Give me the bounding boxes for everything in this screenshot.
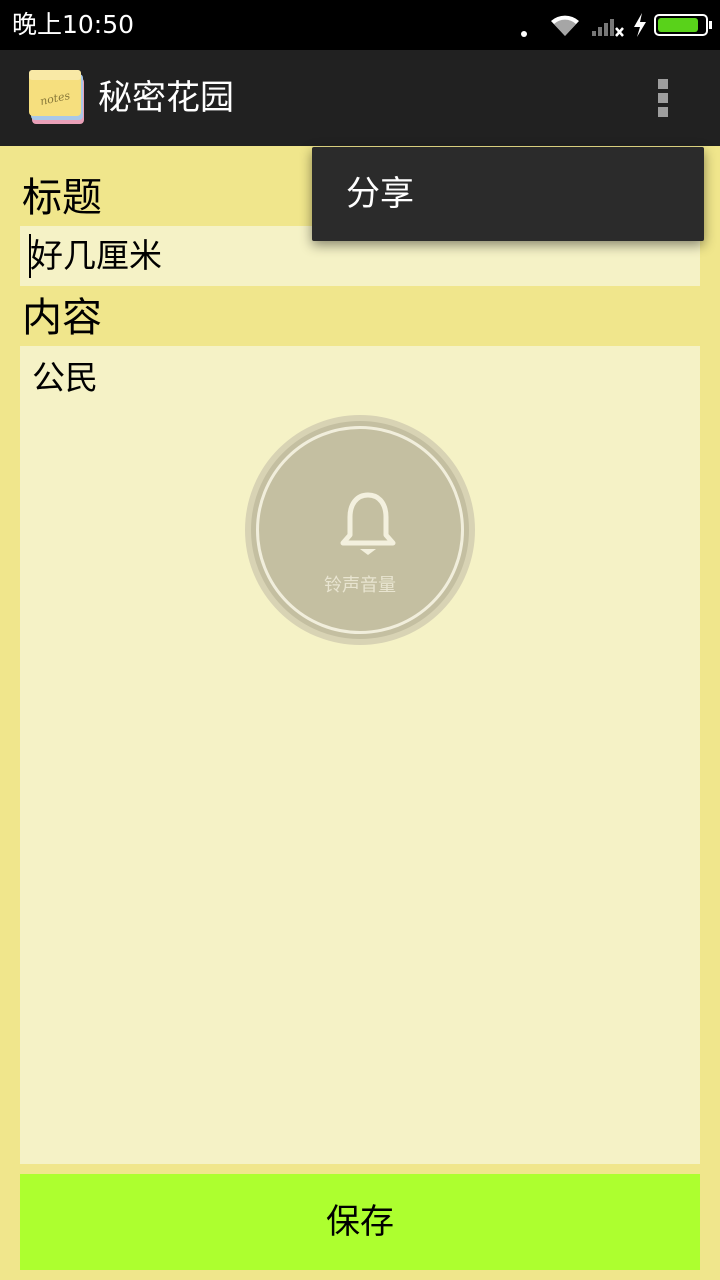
overflow-menu-icon[interactable] [650, 74, 678, 122]
volume-label: 铃声音量 [324, 575, 396, 596]
battery-icon [654, 14, 712, 36]
status-time: 晚上10:50 [12, 10, 135, 39]
status-bar: 晚上10:50 [0, 0, 720, 75]
content-label: 内容 [22, 295, 102, 341]
content-input-value: 公民 [32, 358, 98, 397]
notes-app-icon[interactable]: notes [28, 68, 86, 126]
menu-item-share[interactable]: 分享 [312, 147, 704, 241]
charging-icon [634, 13, 646, 37]
wifi-icon [551, 15, 579, 36]
ringtone-volume-overlay: 铃声音量 [245, 415, 475, 645]
app-bar: notes 秘密花园 [0, 50, 720, 146]
text-cursor [29, 234, 31, 278]
overflow-popup-menu: 分享 [312, 147, 704, 241]
app-title: 秘密花园 [98, 78, 234, 118]
bell-icon [340, 492, 396, 555]
save-button[interactable]: 保存 [20, 1174, 700, 1270]
title-input-value: 好几厘米 [30, 236, 162, 275]
signal-no-sim-icon [592, 19, 624, 37]
title-label: 标题 [22, 175, 102, 221]
